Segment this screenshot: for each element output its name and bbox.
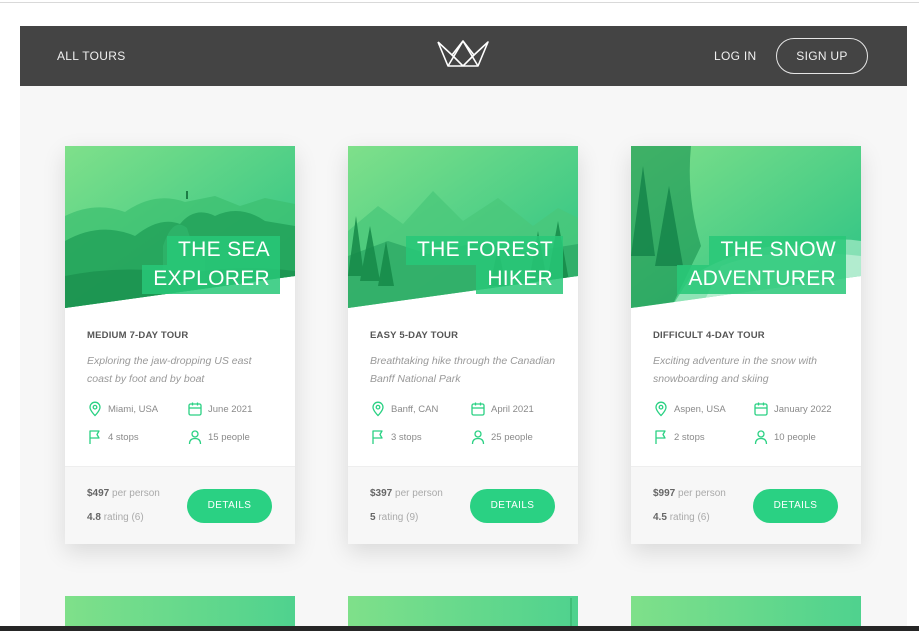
- tour-people-text: 10 people: [774, 432, 816, 443]
- browser-top-border: [0, 2, 919, 3]
- tour-details: Aspen, USA January 2022 2 stops 10 peopl…: [653, 401, 853, 461]
- tour-title: THE SNOW ADVENTURER: [677, 236, 846, 294]
- tour-details: Banff, CAN April 2021 3 stops 25 people: [370, 401, 570, 461]
- calendar-icon: [188, 402, 202, 416]
- flag-icon: [655, 430, 666, 444]
- tour-description: Exploring the jaw-dropping US east coast…: [87, 355, 252, 385]
- tour-people-text: 25 people: [491, 432, 533, 443]
- tour-location-text: Miami, USA: [108, 404, 159, 415]
- tour-details: Miami, USA June 2021 4 stops 15 people: [87, 401, 287, 461]
- tour-price-suffix: per person: [395, 488, 443, 499]
- tour-title-line: THE FOREST: [405, 236, 563, 265]
- tour-card-body: DIFFICULT 4-DAY TOUR Exciting adventure …: [653, 330, 843, 388]
- details-button[interactable]: DETAILS: [753, 489, 838, 523]
- details-button[interactable]: DETAILS: [470, 489, 555, 523]
- tour-title-line: EXPLORER: [142, 265, 280, 294]
- tour-difficulty-label: DIFFICULT 4-DAY TOUR: [653, 330, 765, 341]
- calendar-icon: [754, 402, 768, 416]
- tours-page: ALL TOURS LOG IN SIGN UP THE SEA EXPLORE…: [20, 26, 907, 631]
- tour-price-value: $397: [370, 488, 393, 499]
- map-pin-icon: [655, 401, 667, 417]
- tour-date-text: April 2021: [491, 404, 534, 415]
- flag-icon: [372, 430, 383, 444]
- tour-rating: 5 rating (9): [370, 512, 418, 523]
- tour-card: THE SNOW ADVENTURER DIFFICULT 4-DAY TOUR…: [631, 146, 861, 544]
- tour-card-body: EASY 5-DAY TOUR Breathtaking hike throug…: [370, 330, 560, 388]
- tour-title-line: THE SNOW: [709, 236, 846, 265]
- tour-card-image: THE SNOW ADVENTURER: [631, 146, 861, 308]
- details-button[interactable]: DETAILS: [187, 489, 272, 523]
- crown-logo-icon[interactable]: [436, 39, 490, 69]
- nav-login-link[interactable]: LOG IN: [714, 49, 756, 63]
- tour-title-line: ADVENTURER: [677, 265, 846, 294]
- tour-price-suffix: per person: [112, 488, 160, 499]
- tour-card-image: THE SEA EXPLORER: [65, 146, 295, 308]
- tour-rating: 4.8 rating (6): [87, 512, 144, 523]
- nav-all-tours-link[interactable]: ALL TOURS: [57, 49, 126, 63]
- tour-card: THE SEA EXPLORER MEDIUM 7-DAY TOUR Explo…: [65, 146, 295, 544]
- tour-price: $497 per person: [87, 488, 160, 499]
- site-header: ALL TOURS LOG IN SIGN UP: [20, 26, 907, 86]
- tour-rating: 4.5 rating (6): [653, 512, 710, 523]
- tour-rating-suffix: rating (9): [378, 512, 419, 523]
- tour-price: $997 per person: [653, 488, 726, 499]
- tour-difficulty-label: EASY 5-DAY TOUR: [370, 330, 459, 341]
- tour-price-suffix: per person: [678, 488, 726, 499]
- tour-card-body: MEDIUM 7-DAY TOUR Exploring the jaw-drop…: [87, 330, 277, 388]
- user-icon: [754, 430, 768, 445]
- user-icon: [471, 430, 485, 445]
- tour-title: THE SEA EXPLORER: [142, 236, 280, 294]
- tour-stops-text: 2 stops: [674, 432, 705, 443]
- tour-description: Exciting adventure in the snow with snow…: [653, 355, 818, 385]
- tour-card-footer: $497 per person 4.8 rating (6) DETAILS: [65, 466, 295, 544]
- tour-rating-value: 4.8: [87, 512, 101, 523]
- tour-stops-text: 4 stops: [108, 432, 139, 443]
- tour-description: Breathtaking hike through the Canadian B…: [370, 355, 556, 385]
- tour-title-line: THE SEA: [167, 236, 280, 265]
- tour-price-value: $497: [87, 488, 110, 499]
- calendar-icon: [471, 402, 485, 416]
- tour-card-footer: $997 per person 4.5 rating (6) DETAILS: [631, 466, 861, 544]
- nav-signup-button[interactable]: SIGN UP: [776, 38, 868, 74]
- tour-title: THE FOREST HIKER: [405, 236, 563, 294]
- tour-rating-suffix: rating (6): [669, 512, 710, 523]
- user-icon: [188, 430, 202, 445]
- tour-card-footer: $397 per person 5 rating (9) DETAILS: [348, 466, 578, 544]
- tour-title-line: HIKER: [476, 265, 563, 294]
- tour-location-text: Aspen, USA: [674, 404, 726, 415]
- tour-difficulty-label: MEDIUM 7-DAY TOUR: [87, 330, 189, 341]
- tour-location-text: Banff, CAN: [391, 404, 439, 415]
- tour-stops-text: 3 stops: [391, 432, 422, 443]
- screen-bottom-bar: [0, 626, 919, 631]
- tour-date-text: June 2021: [208, 404, 253, 415]
- map-pin-icon: [89, 401, 101, 417]
- tour-date-text: January 2022: [774, 404, 832, 415]
- tour-rating-suffix: rating (6): [103, 512, 144, 523]
- tour-people-text: 15 people: [208, 432, 250, 443]
- flag-icon: [89, 430, 100, 444]
- tour-rating-value: 4.5: [653, 512, 667, 523]
- tour-price-value: $997: [653, 488, 676, 499]
- map-pin-icon: [372, 401, 384, 417]
- tour-price: $397 per person: [370, 488, 443, 499]
- tour-rating-value: 5: [370, 512, 376, 523]
- tour-card: THE FOREST HIKER EASY 5-DAY TOUR Breatht…: [348, 146, 578, 544]
- tour-card-image: THE FOREST HIKER: [348, 146, 578, 308]
